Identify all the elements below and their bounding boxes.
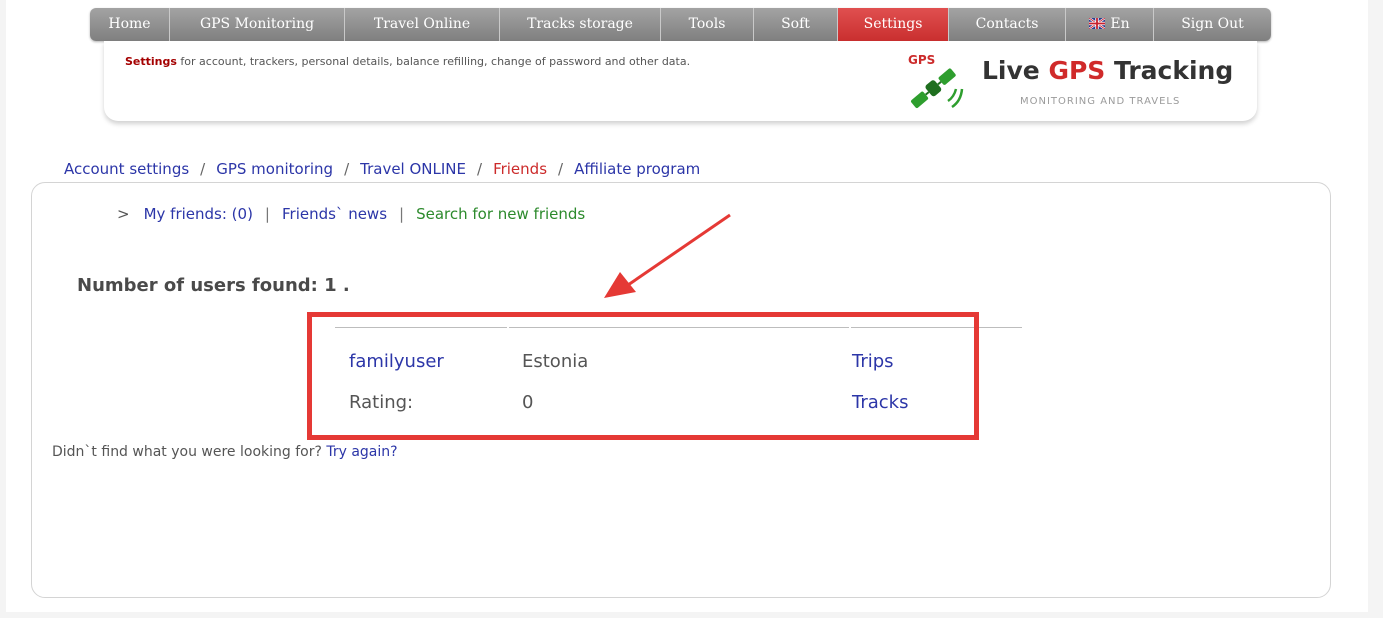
- nav-contacts[interactable]: Contacts: [949, 8, 1066, 41]
- search-friends-link[interactable]: Search for new friends: [416, 205, 585, 223]
- main-nav: Home GPS Monitoring Travel Online Tracks…: [90, 8, 1271, 41]
- nav-language[interactable]: En: [1066, 8, 1154, 41]
- subnav-separator: |: [399, 205, 405, 223]
- crumb-separator: /: [558, 160, 564, 178]
- nav-tools[interactable]: Tools: [661, 8, 754, 41]
- friends-news-link[interactable]: Friends` news: [282, 205, 387, 223]
- breadcrumb: Account settings / GPS monitoring / Travel O…: [64, 160, 700, 178]
- friends-subnav: > My friends: (0) | Friends` news | Search fo…: [117, 205, 585, 223]
- crumb-affiliate-program[interactable]: Affiliate program: [574, 160, 700, 178]
- users-found-count: Number of users found: 1 .: [77, 275, 350, 296]
- try-again-link[interactable]: Try again?: [326, 444, 397, 460]
- subnav-separator: |: [264, 205, 270, 223]
- nav-settings[interactable]: Settings: [838, 8, 949, 41]
- uk-flag-icon: [1089, 18, 1106, 29]
- header-description-strong: Settings: [125, 55, 177, 68]
- subnav-marker: >: [117, 205, 130, 223]
- logo-title-live: Live: [982, 56, 1049, 85]
- nav-tracks-storage[interactable]: Tracks storage: [500, 8, 661, 41]
- my-friends-link[interactable]: My friends: (0): [144, 205, 253, 223]
- nav-travel-online[interactable]: Travel Online: [345, 8, 500, 41]
- logo-subtitle: MONITORING AND TRAVELS: [1020, 96, 1181, 107]
- highlight-box: [307, 312, 979, 440]
- crumb-separator: /: [344, 160, 350, 178]
- header-description-rest: for account, trackers, personal details,…: [176, 55, 691, 68]
- crumb-separator: /: [477, 160, 483, 178]
- crumb-travel-online[interactable]: Travel ONLINE: [360, 160, 466, 178]
- crumb-account-settings[interactable]: Account settings: [64, 160, 189, 178]
- satellite-logo-icon: [911, 68, 964, 109]
- header-banner: Settings for account, trackers, personal…: [104, 41, 1257, 121]
- not-found-message: Didn`t find what you were looking for? T…: [52, 444, 398, 460]
- nav-gps-monitoring[interactable]: GPS Monitoring: [170, 8, 345, 41]
- logo-title-tracking: Tracking: [1105, 56, 1234, 85]
- nav-sign-out[interactable]: Sign Out: [1154, 8, 1271, 41]
- nav-home[interactable]: Home: [90, 8, 170, 41]
- crumb-separator: /: [200, 160, 206, 178]
- header-description: Settings for account, trackers, personal…: [125, 55, 690, 68]
- crumb-gps-monitoring[interactable]: GPS monitoring: [216, 160, 333, 178]
- logo-title: Live GPS Tracking: [982, 56, 1233, 85]
- not-found-text: Didn`t find what you were looking for?: [52, 444, 327, 460]
- nav-soft[interactable]: Soft: [754, 8, 838, 41]
- logo-title-gps: GPS: [1048, 56, 1106, 85]
- crumb-friends[interactable]: Friends: [493, 160, 547, 178]
- language-label: En: [1110, 16, 1130, 32]
